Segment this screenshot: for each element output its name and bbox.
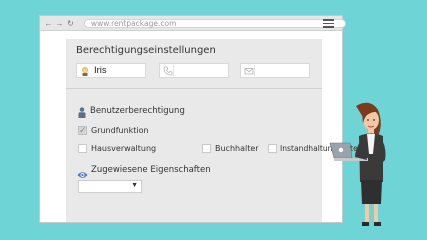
back-icon[interactable]: ← bbox=[44, 19, 53, 28]
property-management-label: Hausverwaltung bbox=[91, 144, 157, 153]
base-function-label: Grundfunktion bbox=[91, 126, 149, 135]
reload-icon[interactable]: ↻ bbox=[66, 19, 75, 28]
phone-field[interactable] bbox=[159, 63, 229, 78]
user-icon bbox=[78, 105, 86, 118]
field-separator bbox=[254, 65, 255, 76]
user-avatar-icon bbox=[80, 66, 90, 76]
assigned-properties-heading: Zugewiesene Eigenschaften bbox=[91, 165, 211, 175]
hamburger-menu-icon[interactable] bbox=[323, 19, 334, 28]
browser-window: ← → ↻ www.rentpackage.com Berechtigungse… bbox=[40, 16, 361, 222]
phone-icon bbox=[163, 66, 173, 76]
businesswoman-illustration bbox=[329, 102, 386, 226]
user-permissions-heading: Benutzerberechtigung bbox=[90, 106, 185, 116]
assigned-properties-select[interactable]: ▼ bbox=[78, 180, 142, 193]
permission-settings-panel: Berechtigungseinstellungen Iris Benutzer… bbox=[66, 39, 361, 222]
address-bar[interactable]: www.rentpackage.com bbox=[84, 19, 346, 28]
chevron-down-icon: ▼ bbox=[131, 182, 138, 189]
accountant-label: Buchhalter bbox=[215, 144, 259, 153]
base-function-checkbox[interactable] bbox=[78, 125, 87, 136]
field-separator bbox=[173, 65, 174, 76]
name-field[interactable]: Iris bbox=[76, 63, 146, 78]
page-title: Berechtigungseinstellungen bbox=[76, 45, 216, 56]
name-field-value: Iris bbox=[94, 65, 107, 76]
maintenance-manager-checkbox[interactable] bbox=[268, 144, 277, 153]
browser-toolbar: ← → ↻ www.rentpackage.com bbox=[40, 16, 346, 31]
email-field[interactable] bbox=[240, 63, 310, 78]
forward-icon[interactable]: → bbox=[55, 19, 64, 28]
mail-icon bbox=[244, 66, 254, 76]
property-management-checkbox[interactable] bbox=[78, 144, 87, 153]
address-bar-url: www.rentpackage.com bbox=[91, 19, 177, 28]
accountant-checkbox[interactable] bbox=[202, 144, 211, 153]
section-divider bbox=[66, 88, 322, 89]
eye-icon bbox=[77, 166, 88, 178]
